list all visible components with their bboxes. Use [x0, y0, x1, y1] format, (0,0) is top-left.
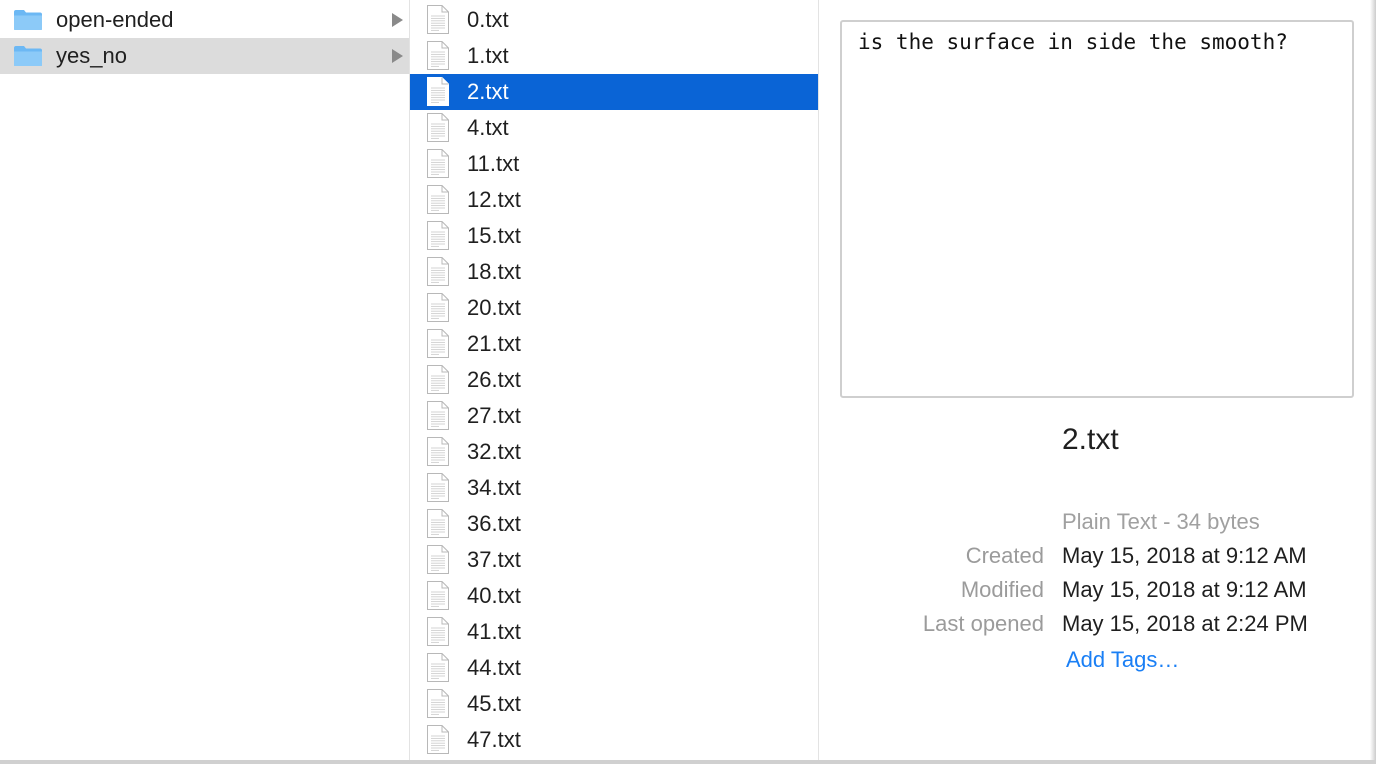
file-name: 34.txt [467, 475, 521, 500]
disclosure-triangle-icon [392, 49, 403, 63]
file-name: 32.txt [467, 439, 521, 464]
file-name: 45.txt [467, 691, 521, 716]
text-file-icon [427, 401, 449, 430]
text-file-icon [427, 329, 449, 358]
file-name: 27.txt [467, 403, 521, 428]
text-file-icon [427, 437, 449, 466]
file-row[interactable]: 1.txt [410, 38, 818, 74]
file-name: 44.txt [467, 655, 521, 680]
text-file-icon [427, 185, 449, 214]
created-value: May 15, 2018 at 9:12 AM [1062, 543, 1307, 568]
last-opened-label: Last opened [922, 611, 1044, 636]
window-bottom-edge [0, 760, 1376, 764]
file-name: 2.txt [467, 79, 509, 104]
file-row[interactable]: 27.txt [410, 398, 818, 434]
file-name: 21.txt [467, 331, 521, 356]
file-row[interactable]: 4.txt [410, 110, 818, 146]
text-file-icon [427, 545, 449, 574]
text-file-icon [427, 365, 449, 394]
file-row[interactable]: 36.txt [410, 506, 818, 542]
file-row[interactable]: 21.txt [410, 326, 818, 362]
text-file-icon [427, 689, 449, 718]
file-row[interactable]: 41.txt [410, 614, 818, 650]
text-file-icon [427, 41, 449, 70]
folder-name: yes_no [56, 43, 127, 68]
text-file-icon [427, 725, 449, 754]
file-row[interactable]: 40.txt [410, 578, 818, 614]
folder-icon [14, 10, 42, 30]
file-preview-box: is the surface in side the smooth? [840, 20, 1354, 398]
add-tags-link[interactable]: Add Tags… [1066, 646, 1179, 674]
text-file-icon [427, 77, 449, 106]
text-file-icon [427, 581, 449, 610]
file-name: 47.txt [467, 727, 521, 752]
file-name: 41.txt [467, 619, 521, 644]
file-row[interactable]: 34.txt [410, 470, 818, 506]
window-edge [1370, 0, 1376, 764]
folder-column: open-ended yes_no [0, 0, 410, 764]
file-name: 37.txt [467, 547, 521, 572]
preview-pane: is the surface in side the smooth? 2.txt… [820, 0, 1376, 764]
file-name: 40.txt [467, 583, 521, 608]
file-name: 20.txt [467, 295, 521, 320]
file-name: 11.txt [467, 151, 520, 176]
text-file-icon [427, 149, 449, 178]
text-file-icon [427, 653, 449, 682]
created-label: Created [965, 543, 1044, 568]
file-row[interactable]: 12.txt [410, 182, 818, 218]
file-row[interactable]: 11.txt [410, 146, 818, 182]
file-column: 0.txt 1.txt 2.txt 4.txt 11.txt 12.txt 15.txt 18… [410, 0, 819, 764]
folder-row-yes-no[interactable]: yes_no [0, 38, 409, 74]
last-opened-value: May 15, 2018 at 2:24 PM [1062, 611, 1308, 636]
file-name: 1.txt [467, 43, 509, 68]
file-row[interactable]: 15.txt [410, 218, 818, 254]
file-row[interactable]: 20.txt [410, 290, 818, 326]
text-file-icon [427, 221, 449, 250]
file-preview-content: is the surface in side the smooth? [858, 30, 1288, 54]
disclosure-triangle-icon [392, 13, 403, 27]
text-file-icon [427, 293, 449, 322]
modified-label: Modified [960, 577, 1044, 602]
file-row[interactable]: 45.txt [410, 686, 818, 722]
file-row[interactable]: 37.txt [410, 542, 818, 578]
folder-row-open-ended[interactable]: open-ended [0, 2, 409, 38]
file-name: 18.txt [467, 259, 521, 284]
file-row[interactable]: 26.txt [410, 362, 818, 398]
file-row[interactable]: 18.txt [410, 254, 818, 290]
finder-column-view: open-ended yes_no 0.txt 1.txt 2.txt 4.txt 11… [0, 0, 1376, 764]
file-row[interactable]: 32.txt [410, 434, 818, 470]
file-kind-size: Plain Text - 34 bytes [1062, 509, 1260, 534]
text-file-icon [427, 257, 449, 286]
file-name: 12.txt [467, 187, 521, 212]
file-row[interactable]: 44.txt [410, 650, 818, 686]
file-row[interactable]: 2.txt [410, 74, 818, 110]
text-file-icon [427, 5, 449, 34]
file-name: 26.txt [467, 367, 521, 392]
file-name: 4.txt [467, 115, 509, 140]
folder-icon [14, 46, 42, 66]
text-file-icon [427, 617, 449, 646]
text-file-icon [427, 473, 449, 502]
folder-name: open-ended [56, 7, 174, 32]
file-row[interactable]: 47.txt [410, 722, 818, 758]
file-name: 0.txt [467, 7, 509, 32]
modified-value: May 15, 2018 at 9:12 AM [1062, 577, 1307, 602]
text-file-icon [427, 509, 449, 538]
file-name: 36.txt [467, 511, 521, 536]
file-row[interactable]: 0.txt [410, 2, 818, 38]
text-file-icon [427, 113, 449, 142]
file-name: 15.txt [467, 223, 521, 248]
preview-file-name: 2.txt [1062, 423, 1119, 456]
